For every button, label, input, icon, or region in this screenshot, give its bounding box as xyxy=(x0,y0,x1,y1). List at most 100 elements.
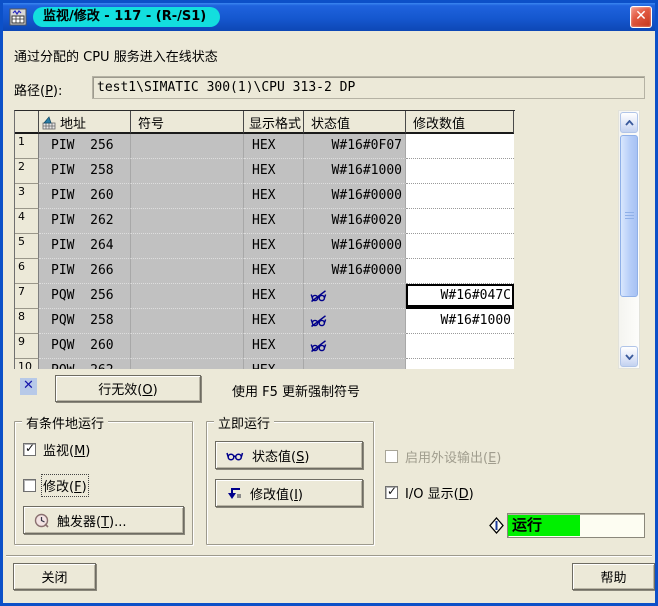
io-display-checkbox[interactable] xyxy=(385,486,398,499)
table-row: 9PQW 260HEX xyxy=(15,334,515,359)
run-status-field: 运行 xyxy=(507,513,645,538)
close-dialog-button[interactable]: 关闭 xyxy=(13,563,96,590)
cell-display-format[interactable]: HEX xyxy=(244,334,304,359)
cell-status-value[interactable]: W#16#0000 xyxy=(304,259,406,284)
cell-address[interactable]: PQW 256 xyxy=(39,284,131,309)
cell-display-format[interactable]: HEX xyxy=(244,284,304,309)
cell-display-format[interactable]: HEX xyxy=(244,309,304,334)
monitor-checkbox[interactable] xyxy=(23,443,36,456)
title-bar[interactable]: 监视/修改 - 117 - (R-/S1) ✕ xyxy=(3,3,655,31)
online-status-text: 通过分配的 CPU 服务进入在线状态 xyxy=(14,46,218,65)
cell-status-value[interactable]: W#16#0020 xyxy=(304,209,406,234)
cell-display-format[interactable]: HEX xyxy=(244,159,304,184)
cell-address[interactable]: PIW 258 xyxy=(39,159,131,184)
cell-address[interactable]: PQW 260 xyxy=(39,334,131,359)
path-label: 路径(P): xyxy=(14,80,62,99)
close-button[interactable]: ✕ xyxy=(630,6,652,28)
cell-symbol[interactable] xyxy=(131,259,244,284)
header-row-number[interactable] xyxy=(15,111,39,134)
cell-display-format[interactable]: HEX xyxy=(244,234,304,259)
cell-display-format[interactable]: HEX xyxy=(244,209,304,234)
run-status-text: 运行 xyxy=(508,515,580,536)
cell-modify-value[interactable] xyxy=(406,234,514,259)
cell-status-value[interactable] xyxy=(304,359,406,369)
cell-modify-value[interactable] xyxy=(406,184,514,209)
cell-address[interactable]: PQW 262 xyxy=(39,359,131,369)
header-modify-value[interactable]: 修改数值 xyxy=(406,111,514,134)
cell-display-format[interactable]: HEX xyxy=(244,184,304,209)
table-row: 6PIW 266 HEXW#16#0000 xyxy=(15,259,515,284)
cell-symbol[interactable] xyxy=(131,284,244,309)
cell-modify-value[interactable] xyxy=(406,209,514,234)
cell-status-value[interactable] xyxy=(304,284,406,309)
table-scrollbar[interactable] xyxy=(618,110,640,369)
header-symbol[interactable]: 符号 xyxy=(131,111,244,134)
cell-modify-value[interactable] xyxy=(406,134,514,159)
header-address[interactable]: 地址 xyxy=(39,111,131,134)
enable-peripheral-label: 启用外设输出(E) xyxy=(405,447,501,466)
cell-modify-value[interactable] xyxy=(406,259,514,284)
cell-status-value[interactable]: W#16#1000 xyxy=(304,159,406,184)
cell-display-format[interactable]: HEX xyxy=(244,359,304,369)
cell-display-format[interactable]: HEX xyxy=(244,134,304,159)
trigger-button[interactable]: 触发器(T)... xyxy=(23,506,184,534)
group-run-conditionally-title: 有条件地运行 xyxy=(22,413,108,432)
cell-symbol[interactable] xyxy=(131,209,244,234)
f5-hint-text: 使用 F5 更新强制符号 xyxy=(232,381,360,400)
cell-symbol[interactable] xyxy=(131,159,244,184)
cell-symbol[interactable] xyxy=(131,234,244,259)
cell-modify-value[interactable] xyxy=(406,359,514,369)
modify-option: 修改(F) xyxy=(23,476,87,495)
header-display-format[interactable]: 显示格式 xyxy=(244,111,304,134)
modify-checkbox[interactable] xyxy=(23,479,36,492)
scroll-down-icon[interactable] xyxy=(620,346,638,367)
cell-address[interactable]: PQW 258 xyxy=(39,309,131,334)
row-invalid-button[interactable]: 行无效(O) xyxy=(55,375,201,402)
monitor-label: 监视(M) xyxy=(43,440,90,459)
address-sort-icon xyxy=(42,116,56,130)
scrollbar-thumb[interactable] xyxy=(620,135,638,297)
modify-value-button[interactable]: 修改值(I) xyxy=(215,479,363,507)
table-row: 3PIW 260 HEXW#16#0000 xyxy=(15,184,515,209)
header-status-value[interactable]: 状态值 xyxy=(304,111,406,134)
cell-modify-value[interactable] xyxy=(406,159,514,184)
cell-status-value[interactable]: W#16#0000 xyxy=(304,234,406,259)
window-title: 监视/修改 - 117 - (R-/S1) xyxy=(33,7,220,27)
table-row: 4PIW 262HEXW#16#0020 xyxy=(15,209,515,234)
cell-status-value[interactable] xyxy=(304,334,406,359)
path-field[interactable]: test1\SIMATIC 300(1)\CPU 313-2 DP xyxy=(92,76,645,99)
cell-status-value[interactable]: W#16#0000 xyxy=(304,184,406,209)
row-number: 6 xyxy=(15,259,39,284)
cell-modify-value[interactable] xyxy=(406,334,514,359)
scroll-up-icon[interactable] xyxy=(620,112,638,133)
variable-table: 地址 符号 显示格式 状态值 修改数值 1PIW 256HEXW#16#0F07… xyxy=(14,110,515,369)
cell-address[interactable]: PIW 264 xyxy=(39,234,131,259)
cell-symbol[interactable] xyxy=(131,334,244,359)
cell-status-value[interactable]: W#16#0F07 xyxy=(304,134,406,159)
group-run-immediately: 立即运行 状态值(S) xyxy=(206,421,374,545)
table-row: 7PQW 256HEXW#16#047C xyxy=(15,284,515,309)
cell-symbol[interactable] xyxy=(131,184,244,209)
cell-address[interactable]: PIW 260 xyxy=(39,184,131,209)
table-row: 5PIW 264HEXW#16#0000 xyxy=(15,234,515,259)
cell-address[interactable]: PIW 266 xyxy=(39,259,131,284)
cell-address[interactable]: PIW 262 xyxy=(39,209,131,234)
clock-icon xyxy=(34,513,49,528)
row-number: 10 xyxy=(15,359,39,369)
cell-symbol[interactable] xyxy=(131,134,244,159)
table-body: 1PIW 256HEXW#16#0F072PIW 258HEXW#16#1000… xyxy=(15,134,515,369)
cell-address[interactable]: PIW 256 xyxy=(39,134,131,159)
cell-symbol[interactable] xyxy=(131,359,244,369)
table-row: 8PQW 258HEXW#16#1000 xyxy=(15,309,515,334)
table-header: 地址 符号 显示格式 状态值 修改数值 xyxy=(15,111,515,134)
cell-modify-value[interactable]: W#16#047C xyxy=(406,284,514,309)
row-number: 2 xyxy=(15,159,39,184)
cell-display-format[interactable]: HEX xyxy=(244,259,304,284)
cell-status-value[interactable] xyxy=(304,309,406,334)
cell-modify-value[interactable]: W#16#1000 xyxy=(406,309,514,334)
row-number: 3 xyxy=(15,184,39,209)
help-button[interactable]: 帮助 xyxy=(572,563,655,590)
cell-symbol[interactable] xyxy=(131,309,244,334)
status-value-button[interactable]: 状态值(S) xyxy=(215,441,363,469)
table-row: 10PQW 262 HEX xyxy=(15,359,515,369)
